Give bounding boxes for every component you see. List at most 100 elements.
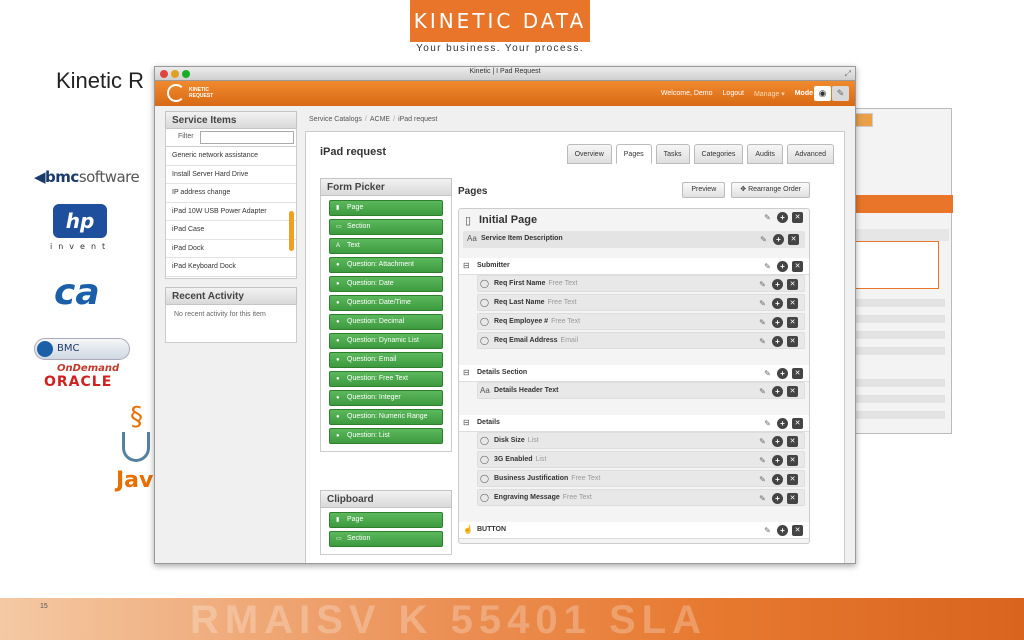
- service-item[interactable]: iPad Dock: [166, 240, 296, 258]
- delete-icon[interactable]: ✕: [787, 317, 798, 328]
- section-row-submitter[interactable]: ⊟ Submitter ✎ + ✕: [459, 258, 809, 275]
- add-icon[interactable]: +: [772, 386, 783, 397]
- tab-categories[interactable]: Categories: [693, 144, 744, 164]
- add-icon[interactable]: +: [777, 212, 788, 223]
- form-picker-question-numeric-range[interactable]: ● Question: Numeric Range: [329, 409, 443, 425]
- filter-input[interactable]: [200, 131, 294, 144]
- logout-link[interactable]: Logout: [723, 90, 744, 97]
- delete-icon[interactable]: ✕: [792, 418, 803, 429]
- add-icon[interactable]: +: [772, 455, 783, 466]
- add-icon[interactable]: +: [773, 234, 784, 245]
- section-row-details[interactable]: ⊟ Details ✎ + ✕: [459, 415, 809, 432]
- service-item[interactable]: Generic network assistance: [166, 147, 296, 166]
- delete-icon[interactable]: ✕: [792, 368, 803, 379]
- delete-icon[interactable]: ✕: [788, 234, 799, 245]
- delete-icon[interactable]: ✕: [787, 474, 798, 485]
- question-row[interactable]: ◯ Req Email Address Email ✎ + ✕: [477, 332, 805, 349]
- form-picker-question-integer[interactable]: ● Question: Integer: [329, 390, 443, 406]
- fullscreen-icon[interactable]: ⤢: [845, 69, 851, 79]
- add-icon[interactable]: +: [777, 261, 788, 272]
- delete-icon[interactable]: ✕: [787, 493, 798, 504]
- service-list-scrollbar[interactable]: [289, 211, 294, 251]
- edit-pencil-icon[interactable]: ✎: [757, 317, 768, 328]
- breadcrumb-service-catalogs[interactable]: Service Catalogs: [309, 116, 362, 123]
- delete-icon[interactable]: ✕: [792, 525, 803, 536]
- service-item[interactable]: iPad Case: [166, 221, 296, 240]
- form-picker-question-free-text[interactable]: ● Question: Free Text: [329, 371, 443, 387]
- delete-icon[interactable]: ✕: [787, 386, 798, 397]
- edit-pencil-icon[interactable]: ✎: [762, 368, 773, 379]
- clipboard-page[interactable]: ▮ Page: [329, 512, 443, 528]
- service-item[interactable]: Install Server Hard Drive: [166, 166, 296, 184]
- element-row-button[interactable]: ☝ BUTTON ✎ + ✕: [459, 522, 809, 539]
- edit-pencil-icon[interactable]: ✎: [757, 336, 768, 347]
- add-icon[interactable]: +: [777, 368, 788, 379]
- add-icon[interactable]: +: [772, 436, 783, 447]
- add-icon[interactable]: +: [772, 279, 783, 290]
- service-item[interactable]: iPad 10W USB Power Adapter: [166, 203, 296, 221]
- add-icon[interactable]: +: [772, 336, 783, 347]
- edit-pencil-icon[interactable]: ✎: [762, 212, 773, 223]
- question-row[interactable]: ◯ Engraving Message Free Text ✎ + ✕: [477, 489, 805, 506]
- edit-pencil-icon[interactable]: ✎: [757, 386, 768, 397]
- delete-icon[interactable]: ✕: [792, 261, 803, 272]
- kinetic-request-logo[interactable]: KINETIC REQUEST: [167, 84, 227, 104]
- breadcrumb-acme[interactable]: ACME: [370, 116, 390, 123]
- tab-audits[interactable]: Audits: [747, 144, 783, 164]
- form-picker-question-attachment[interactable]: ● Question: Attachment: [329, 257, 443, 273]
- edit-pencil-icon[interactable]: ✎: [758, 234, 769, 245]
- edit-pencil-icon[interactable]: ✎: [762, 418, 773, 429]
- form-picker-question-datetime[interactable]: ● Question: Date/Time: [329, 295, 443, 311]
- add-icon[interactable]: +: [772, 493, 783, 504]
- form-picker-section[interactable]: ▭ Section: [329, 219, 443, 235]
- add-icon[interactable]: +: [772, 474, 783, 485]
- tab-advanced[interactable]: Advanced: [786, 144, 834, 164]
- edit-pencil-icon[interactable]: ✎: [757, 436, 768, 447]
- form-picker-question-dynamic-list[interactable]: ● Question: Dynamic List: [329, 333, 443, 349]
- question-row[interactable]: ◯ Req Last Name Free Text ✎ + ✕: [477, 294, 805, 311]
- element-row-service-item-description[interactable]: Aa Service Item Description ✎ + ✕: [463, 231, 805, 248]
- edit-pencil-icon[interactable]: ✎: [757, 474, 768, 485]
- service-item[interactable]: IP address change: [166, 184, 296, 203]
- rearrange-order-button[interactable]: ✥ Rearrange Order: [731, 182, 810, 198]
- question-row[interactable]: ◯ Business Justification Free Text ✎ + ✕: [477, 470, 805, 487]
- add-icon[interactable]: +: [772, 317, 783, 328]
- tab-overview[interactable]: Overview: [566, 144, 612, 164]
- element-row-details-header-text[interactable]: Aa Details Header Text ✎ + ✕: [477, 382, 805, 399]
- add-icon[interactable]: +: [777, 418, 788, 429]
- question-row[interactable]: ◯ Req Employee # Free Text ✎ + ✕: [477, 313, 805, 330]
- delete-icon[interactable]: ✕: [787, 436, 798, 447]
- service-item[interactable]: iPad Keyboard Dock: [166, 258, 296, 277]
- delete-icon[interactable]: ✕: [787, 455, 798, 466]
- edit-pencil-icon[interactable]: ✎: [757, 298, 768, 309]
- clipboard-section[interactable]: ▭ Section: [329, 531, 443, 547]
- preview-button[interactable]: Preview: [682, 182, 726, 198]
- edit-pencil-icon[interactable]: ✎: [762, 261, 773, 272]
- delete-icon[interactable]: ✕: [787, 298, 798, 309]
- add-icon[interactable]: +: [772, 298, 783, 309]
- add-icon[interactable]: +: [777, 525, 788, 536]
- question-row[interactable]: ◯ Req First Name Free Text ✎ + ✕: [477, 275, 805, 292]
- form-picker-question-list[interactable]: ● Question: List: [329, 428, 443, 444]
- form-picker-question-email[interactable]: ● Question: Email: [329, 352, 443, 368]
- form-picker-question-decimal[interactable]: ● Question: Decimal: [329, 314, 443, 330]
- delete-icon[interactable]: ✕: [787, 279, 798, 290]
- form-picker-text[interactable]: A Text: [329, 238, 443, 254]
- edit-pencil-icon[interactable]: ✎: [757, 493, 768, 504]
- question-row[interactable]: ◯ 3G Enabled List ✎ + ✕: [477, 451, 805, 468]
- edit-pencil-icon[interactable]: ✎: [762, 525, 773, 536]
- edit-mode-pencil-icon[interactable]: ✎: [832, 86, 849, 101]
- manage-menu[interactable]: Manage ▾: [754, 90, 785, 98]
- page-row-initial-page[interactable]: ▯ Initial Page ✎ + ✕: [459, 209, 809, 231]
- delete-icon[interactable]: ✕: [792, 212, 803, 223]
- tab-pages[interactable]: Pages: [615, 144, 652, 164]
- section-row-details-section[interactable]: ⊟ Details Section ✎ + ✕: [459, 365, 809, 382]
- edit-pencil-icon[interactable]: ✎: [757, 455, 768, 466]
- form-picker-page[interactable]: ▮ Page: [329, 200, 443, 216]
- delete-icon[interactable]: ✕: [787, 336, 798, 347]
- question-row[interactable]: ◯ Disk Size List ✎ + ✕: [477, 432, 805, 449]
- form-picker-question-date[interactable]: ● Question: Date: [329, 276, 443, 292]
- view-mode-eye-icon[interactable]: ◉: [814, 86, 831, 101]
- tab-tasks[interactable]: Tasks: [655, 144, 690, 164]
- edit-pencil-icon[interactable]: ✎: [757, 279, 768, 290]
